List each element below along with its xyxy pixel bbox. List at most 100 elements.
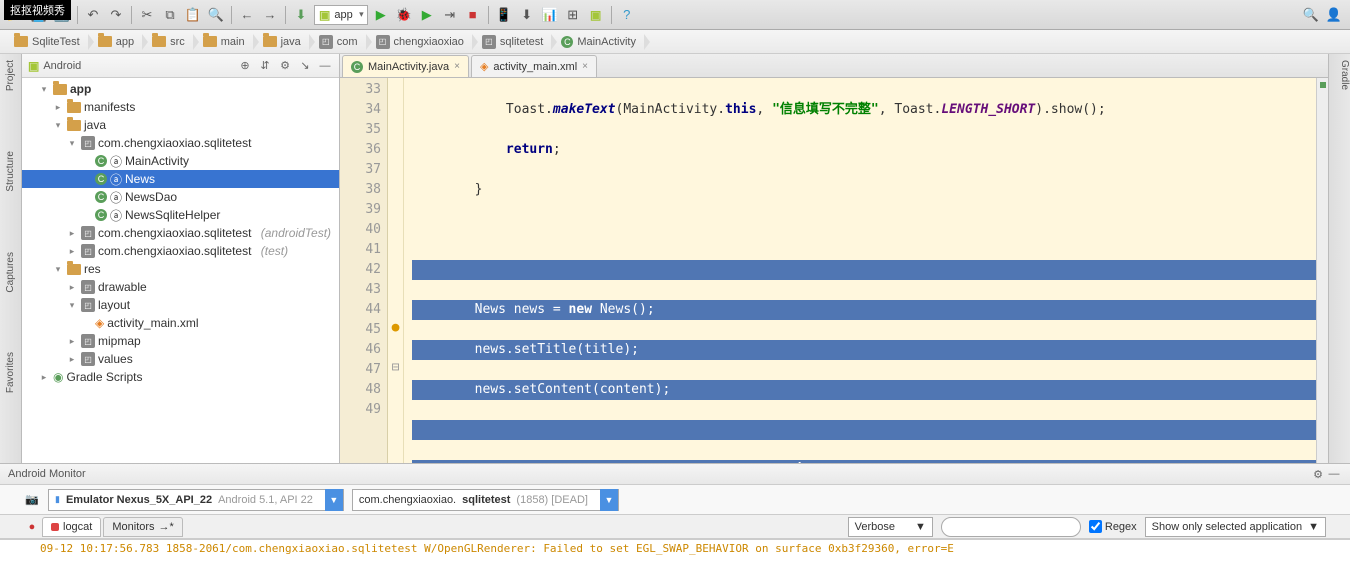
tree-newshelper[interactable]: CⓐNewsSqliteHelper — [22, 206, 339, 224]
back-icon[interactable]: ← — [237, 5, 257, 25]
tree-newsdao[interactable]: CⓐNewsDao — [22, 188, 339, 206]
tree-layout[interactable]: ▾◰layout — [22, 296, 339, 314]
logcat-output[interactable]: 09-12 10:17:56.783 1858-2061/com.chengxi… — [0, 539, 1350, 561]
tree-drawable[interactable]: ▸◰drawable — [22, 278, 339, 296]
avd-icon[interactable]: 📱 — [494, 5, 514, 25]
log-filter-select[interactable]: Show only selected application▼ — [1145, 517, 1326, 537]
tree-app[interactable]: ▾app — [22, 80, 339, 98]
monitor-title: Android Monitor — [8, 468, 86, 480]
line-gutter: 3334353637383940414243444546474849 — [340, 78, 388, 497]
chevron-down-icon[interactable]: ▼ — [325, 489, 343, 511]
tree-mainactivity[interactable]: CⓐMainActivity — [22, 152, 339, 170]
run-alt-icon[interactable]: ▶ — [417, 5, 437, 25]
crumb-java[interactable]: java — [255, 31, 309, 53]
find-icon[interactable]: 🔍 — [206, 5, 226, 25]
tree-res[interactable]: ▾res — [22, 260, 339, 278]
tree-layout-file[interactable]: ◈activity_main.xml — [22, 314, 339, 332]
regex-checkbox[interactable]: Regex — [1089, 520, 1137, 533]
android-icon[interactable]: ▣ — [586, 5, 606, 25]
close-icon[interactable]: × — [582, 61, 588, 72]
minimize-icon[interactable]: — — [1326, 466, 1342, 482]
log-level-select[interactable]: Verbose▼ — [848, 517, 933, 537]
sdk-icon[interactable]: ⬇ — [517, 5, 537, 25]
xml-icon: ◈ — [480, 60, 488, 73]
package-icon: ◰ — [482, 35, 496, 49]
gear-icon[interactable]: ⚙ — [277, 58, 293, 74]
cut-icon[interactable]: ✂ — [137, 5, 157, 25]
tree-pkg-main[interactable]: ▾◰com.chengxiaoxiao.sqlitetest — [22, 134, 339, 152]
layout-icon[interactable]: ⊞ — [563, 5, 583, 25]
tab-logcat[interactable]: logcat — [42, 517, 101, 537]
crumb-src[interactable]: src — [144, 31, 193, 53]
crumb-cheng[interactable]: ◰chengxiaoxiao — [368, 31, 472, 53]
paste-icon[interactable]: 📋 — [183, 5, 203, 25]
tab-mainactivity[interactable]: CMainActivity.java× — [342, 55, 469, 77]
tree-java[interactable]: ▾java — [22, 116, 339, 134]
android-monitor-panel: Android Monitor ⚙ — 📷 ▮ Emulator Nexus_5… — [0, 463, 1350, 561]
tree-values[interactable]: ▸◰values — [22, 350, 339, 368]
breadcrumb-bar: SqliteTest app src main java ◰com ◰cheng… — [0, 30, 1350, 54]
tree-news[interactable]: CⓐNews — [22, 170, 339, 188]
copy-icon[interactable]: ⧉ — [160, 5, 180, 25]
tab-activitymain[interactable]: ◈activity_main.xml× — [471, 55, 597, 77]
rail-project[interactable]: Project — [5, 60, 16, 91]
class-icon: C — [95, 191, 107, 203]
collapse-icon[interactable]: ⇵ — [257, 58, 273, 74]
gradle-icon: ◉ — [53, 370, 63, 384]
forward-icon[interactable]: → — [260, 5, 280, 25]
build-icon[interactable]: ⬇ — [291, 5, 311, 25]
rail-captures[interactable]: Captures — [5, 252, 16, 293]
redo-icon[interactable]: ↷ — [106, 5, 126, 25]
process-select[interactable]: com.chengxiaoxiao.sqlitetest (1858) [DEA… — [352, 489, 619, 511]
debug-icon[interactable]: 🐞 — [394, 5, 414, 25]
folder-icon — [67, 102, 81, 113]
code-editor[interactable]: 3334353637383940414243444546474849 ● ⊟ T… — [340, 78, 1328, 497]
tree-gradle[interactable]: ▸◉Gradle Scripts — [22, 368, 339, 386]
crumb-main[interactable]: main — [195, 31, 253, 53]
rail-favorites[interactable]: Favorites — [5, 352, 16, 393]
crumb-com[interactable]: ◰com — [311, 31, 366, 53]
locate-icon[interactable]: ⊕ — [237, 58, 253, 74]
code-body[interactable]: Toast.makeText(MainActivity.this, "信息填写不… — [404, 78, 1316, 497]
sidebar-view-label[interactable]: Android — [43, 60, 233, 72]
crumb-project[interactable]: SqliteTest — [6, 31, 88, 53]
tab-monitors[interactable]: Monitors →* — [103, 517, 182, 537]
help-icon[interactable]: ? — [617, 5, 637, 25]
overview-ruler[interactable] — [1316, 78, 1328, 497]
hide-icon[interactable]: ↘ — [297, 58, 313, 74]
chevron-down-icon[interactable]: ▼ — [1308, 521, 1319, 533]
tree-pkg-androidtest[interactable]: ▸◰com.chengxiaoxiao.sqlitetest (androidT… — [22, 224, 339, 242]
tree-pkg-test[interactable]: ▸◰com.chengxiaoxiao.sqlitetest (test) — [22, 242, 339, 260]
rail-structure[interactable]: Structure — [5, 151, 16, 192]
run-icon[interactable]: ▶ — [371, 5, 391, 25]
fold-icon[interactable]: ⊟ — [388, 358, 403, 378]
record-icon[interactable]: ● — [24, 519, 40, 535]
stop-icon[interactable]: ■ — [463, 5, 483, 25]
minimize-icon[interactable]: — — [317, 58, 333, 74]
package-icon: ◰ — [81, 352, 95, 366]
gear-icon[interactable]: ⚙ — [1310, 466, 1326, 482]
close-icon[interactable]: × — [454, 61, 460, 72]
log-search-input[interactable] — [941, 517, 1081, 537]
tree-manifests[interactable]: ▸manifests — [22, 98, 339, 116]
chevron-down-icon[interactable]: ▼ — [915, 521, 926, 533]
monitor-icon[interactable]: 📊 — [540, 5, 560, 25]
screenshot-icon[interactable]: 📷 — [24, 492, 40, 508]
left-tool-rail: Project Structure Captures Favorites — [0, 54, 22, 497]
run-config-select[interactable]: ▣app — [314, 5, 368, 25]
search-everywhere-icon[interactable]: 🔍 — [1301, 5, 1321, 25]
editor-tabs: CMainActivity.java× ◈activity_main.xml× — [340, 54, 1328, 78]
device-select[interactable]: ▮ Emulator Nexus_5X_API_22 Android 5.1, … — [48, 489, 344, 511]
chevron-down-icon[interactable]: ▼ — [600, 489, 618, 511]
undo-icon[interactable]: ↶ — [83, 5, 103, 25]
crumb-app[interactable]: app — [90, 31, 142, 53]
crumb-sqlitetest[interactable]: ◰sqlitetest — [474, 31, 551, 53]
rail-gradle[interactable]: Gradle — [1329, 60, 1350, 90]
user-icon[interactable]: 👤 — [1324, 5, 1344, 25]
editor-area: CMainActivity.java× ◈activity_main.xml× … — [340, 54, 1328, 497]
attach-icon[interactable]: ⇥ — [440, 5, 460, 25]
crumb-class[interactable]: CMainActivity — [553, 31, 644, 53]
warning-icon: ● — [388, 318, 403, 338]
tree-mipmap[interactable]: ▸◰mipmap — [22, 332, 339, 350]
package-icon: ◰ — [319, 35, 333, 49]
